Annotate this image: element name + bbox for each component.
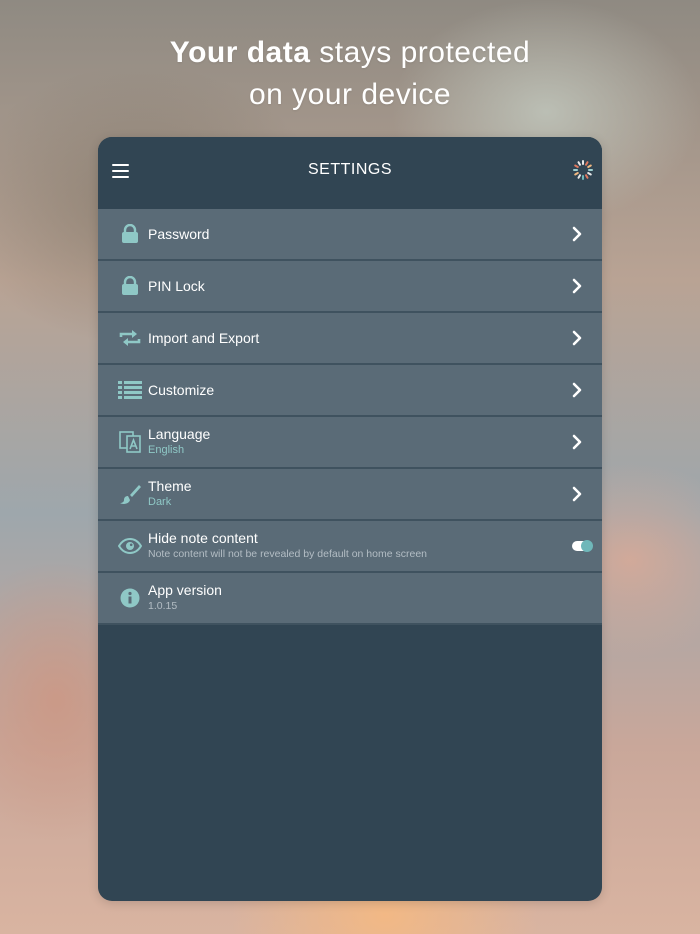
headline-line-2: on your device: [248, 78, 452, 111]
chevron-right-icon: [572, 226, 582, 242]
chevron-right-icon: [572, 486, 582, 502]
settings-item-title: Password: [148, 226, 210, 242]
eye-icon: [118, 534, 142, 558]
chevron-right-icon: [572, 382, 582, 398]
settings-item-pin-lock[interactable]: PIN Lock: [98, 261, 602, 313]
page-title: SETTINGS: [307, 161, 392, 178]
settings-item-password[interactable]: Password: [98, 209, 602, 261]
settings-item-value: English: [148, 444, 185, 456]
settings-item-title: Language: [148, 426, 211, 442]
chevron-right-icon: [572, 330, 582, 346]
lock-icon: [118, 274, 142, 298]
list-icon: [118, 378, 142, 402]
settings-item-value: 1.0.15: [148, 600, 178, 612]
device-screen: SETTINGS Password PIN Lock Import and Ex…: [98, 137, 602, 901]
settings-item-language[interactable]: Language English: [98, 417, 602, 469]
settings-item-import-export[interactable]: Import and Export: [98, 313, 602, 365]
headline-line-1: Your data stays protected: [0, 32, 700, 74]
settings-item-app-version: App version 1.0.15: [98, 573, 602, 625]
chevron-right-icon: [572, 434, 582, 450]
settings-item-theme[interactable]: Theme Dark: [98, 469, 602, 521]
settings-item-customize[interactable]: Customize: [98, 365, 602, 417]
settings-item-title: PIN Lock: [148, 278, 205, 294]
lock-icon: [118, 222, 142, 246]
settings-item-title: Hide note content: [148, 530, 258, 546]
settings-item-value: Dark: [148, 496, 172, 508]
brush-icon: [118, 482, 142, 506]
info-icon: [118, 586, 142, 610]
import-export-icon: [118, 326, 142, 350]
headline-bold: Your data: [169, 36, 311, 69]
settings-list: Password PIN Lock Import and Export Cust…: [98, 209, 602, 625]
promo-headline: Your data stays protected on your device: [0, 32, 700, 116]
settings-item-description: Note content will not be revealed by def…: [148, 548, 428, 560]
translate-icon: [118, 430, 142, 454]
headline-rest: stays protected: [310, 36, 531, 69]
spinner-icon: [573, 160, 593, 180]
chevron-right-icon: [572, 278, 582, 294]
hide-note-content-toggle[interactable]: [572, 540, 593, 552]
settings-item-hide-note-content: Hide note content Note content will not …: [98, 521, 602, 573]
settings-item-title: Theme: [148, 478, 192, 494]
toggle-knob: [581, 540, 593, 552]
settings-item-title: Import and Export: [148, 330, 260, 346]
settings-item-title: Customize: [148, 382, 215, 398]
settings-item-title: App version: [148, 582, 222, 598]
app-bar: SETTINGS: [98, 137, 602, 209]
